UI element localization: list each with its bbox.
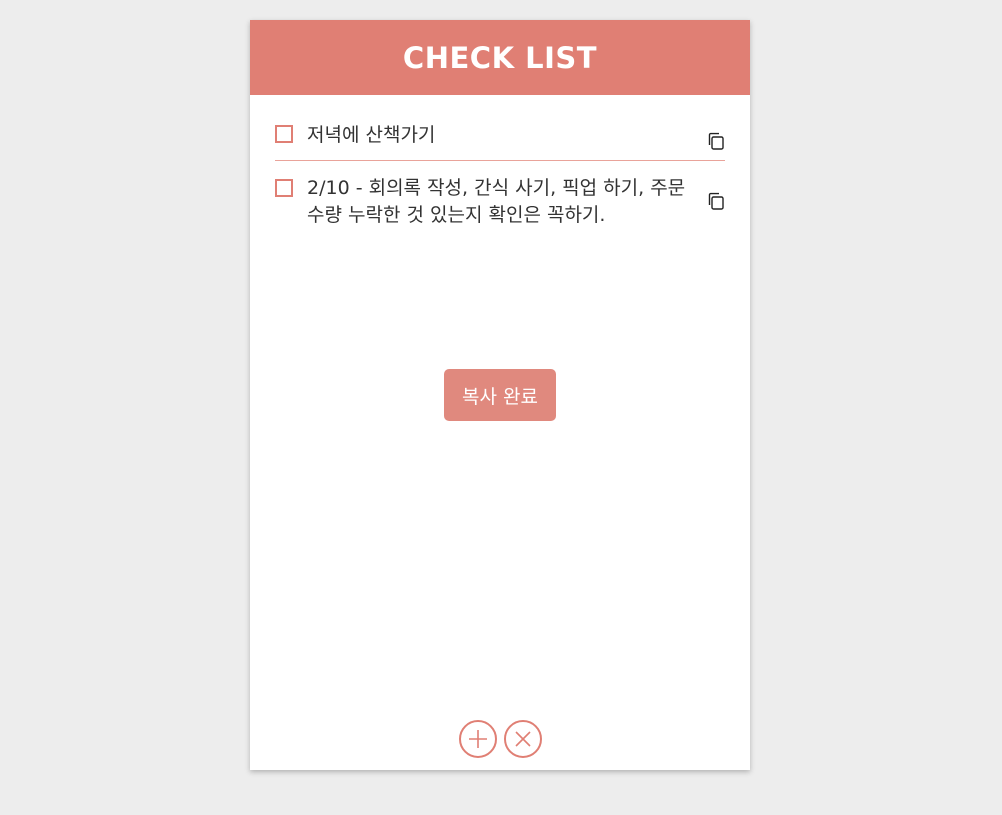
- checklist: 저녁에 산책가기 2/10 - 회의록 작성, 간식 사기, 픽업 하기, 주문…: [275, 95, 725, 229]
- checklist-card: CHECK LIST 저녁에 산책가기 2/10 - 회의록 작성, 간식 사기…: [250, 20, 750, 770]
- item-text: 저녁에 산책가기: [307, 124, 436, 146]
- item-text: 2/10 - 회의록 작성, 간식 사기, 픽업 하기, 주문 수량 누락한 것…: [307, 177, 686, 226]
- page-title: CHECK LIST: [402, 40, 598, 75]
- add-item-button[interactable]: [459, 720, 497, 758]
- list-item: 2/10 - 회의록 작성, 간식 사기, 픽업 하기, 주문 수량 누락한 것…: [275, 161, 725, 229]
- copy-complete-toast: 복사 완료: [444, 369, 556, 421]
- close-icon: [515, 731, 531, 747]
- delete-item-button[interactable]: [504, 720, 542, 758]
- item-checkbox[interactable]: [275, 179, 293, 197]
- item-checkbox[interactable]: [275, 125, 293, 143]
- copy-icon[interactable]: [707, 132, 725, 150]
- header: CHECK LIST: [250, 20, 750, 95]
- footer-actions: [459, 720, 542, 758]
- copy-icon[interactable]: [707, 192, 725, 210]
- plus-icon: [469, 730, 487, 748]
- list-item: 저녁에 산책가기: [275, 95, 725, 161]
